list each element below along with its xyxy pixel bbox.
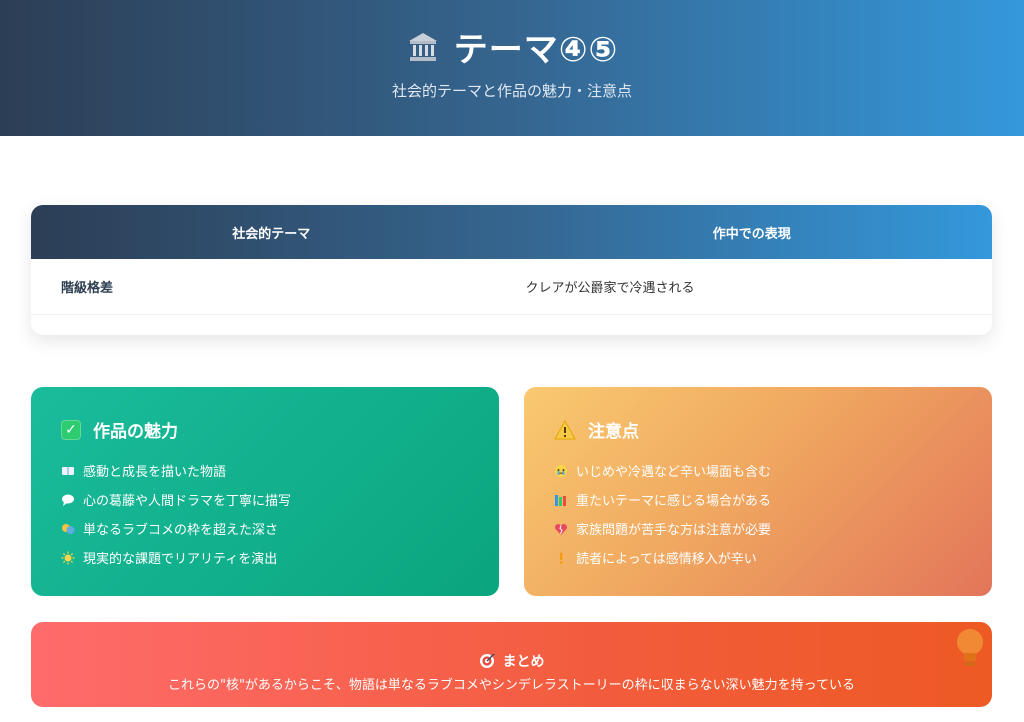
- summary-banner: まとめ これらの"核"があるからこそ、物語は単なるラブコメやシンデレラストーリー…: [31, 622, 992, 707]
- table-header: 社会的テーマ 作中での表現: [31, 205, 992, 259]
- column-header-theme: 社会的テーマ: [232, 226, 311, 242]
- list-item: 読者によっては感情移入が辛い: [554, 543, 962, 572]
- charm-item-text: 感動と成長を描いた物語: [83, 465, 227, 480]
- summary-title-row: まとめ: [31, 651, 992, 671]
- table-row: 階級格差 クレアが公爵家で冷遇される: [31, 259, 992, 315]
- check-icon: ✓: [61, 419, 81, 440]
- charm-title: 作品の魅力: [93, 422, 178, 442]
- list-item: 単なるラブコメの枠を超えた深さ: [61, 514, 469, 543]
- charm-item-text: 単なるラブコメの枠を超えた深さ: [83, 523, 279, 538]
- caution-card: 注意点 いじめや冷遇など辛い場面も含む 重たいテーマに感じる場合がある 家族問題…: [524, 387, 992, 596]
- list-item: 家族問題が苦手な方は注意が必要: [554, 514, 962, 543]
- books-icon: [555, 494, 566, 506]
- page-subtitle: 社会的テーマと作品の魅力・注意点: [391, 82, 632, 100]
- charm-item-text: 心の葛藤や人間ドラマを丁寧に描写: [83, 494, 292, 509]
- caution-item-text: 家族問題が苦手な方は注意が必要: [576, 523, 772, 538]
- page-title-row: テーマ④⑤: [0, 22, 1024, 71]
- caution-item-text: 読者によっては感情移入が辛い: [576, 552, 757, 567]
- charm-item-text: 現実的な課題でリアリティを演出: [83, 552, 278, 567]
- caution-title-row: 注意点: [554, 417, 962, 442]
- caution-item-text: 重たいテーマに感じる場合がある: [576, 494, 772, 509]
- warning-icon: [554, 419, 576, 439]
- list-item: 感動と成長を描いた物語: [61, 456, 469, 485]
- book-icon: [62, 466, 74, 475]
- cell-theme: 階級格差: [61, 281, 114, 296]
- speech-bubble-icon: [62, 494, 74, 506]
- exclamation-icon: [559, 552, 563, 564]
- theater-masks-icon: [62, 523, 75, 534]
- charm-card: ✓ 作品の魅力 感動と成長を描いた物語 心の葛藤や人間ドラマを丁寧に描写 単なる…: [31, 387, 499, 596]
- theme-table: 社会的テーマ 作中での表現 階級格差 クレアが公爵家で冷遇される: [31, 205, 992, 335]
- broken-heart-icon: [554, 523, 568, 535]
- charm-title-row: ✓ 作品の魅力: [61, 417, 469, 442]
- list-item: いじめや冷遇など辛い場面も含む: [554, 456, 962, 485]
- column-header-expression: 作中での表現: [712, 226, 791, 242]
- page-title: テーマ④⑤: [453, 30, 619, 70]
- summary-title: まとめ: [502, 654, 545, 670]
- cell-expression: クレアが公爵家で冷遇される: [525, 281, 695, 296]
- list-item: 重たいテーマに感じる場合がある: [554, 485, 962, 514]
- crying-face-icon: [555, 464, 567, 477]
- caution-item-text: いじめや冷遇など辛い場面も含む: [576, 465, 772, 480]
- caution-title: 注意点: [588, 422, 639, 442]
- target-icon: [479, 653, 494, 668]
- page-header: テーマ④⑤ 社会的テーマと作品の魅力・注意点: [0, 0, 1024, 136]
- list-item: 現実的な課題でリアリティを演出: [61, 543, 469, 572]
- summary-text: これらの"核"があるからこそ、物語は単なるラブコメやシンデレラストーリーの枠に収…: [167, 678, 856, 693]
- list-item: 心の葛藤や人間ドラマを丁寧に描写: [61, 485, 469, 514]
- bank-icon: [408, 32, 437, 61]
- sun-icon: [61, 551, 75, 564]
